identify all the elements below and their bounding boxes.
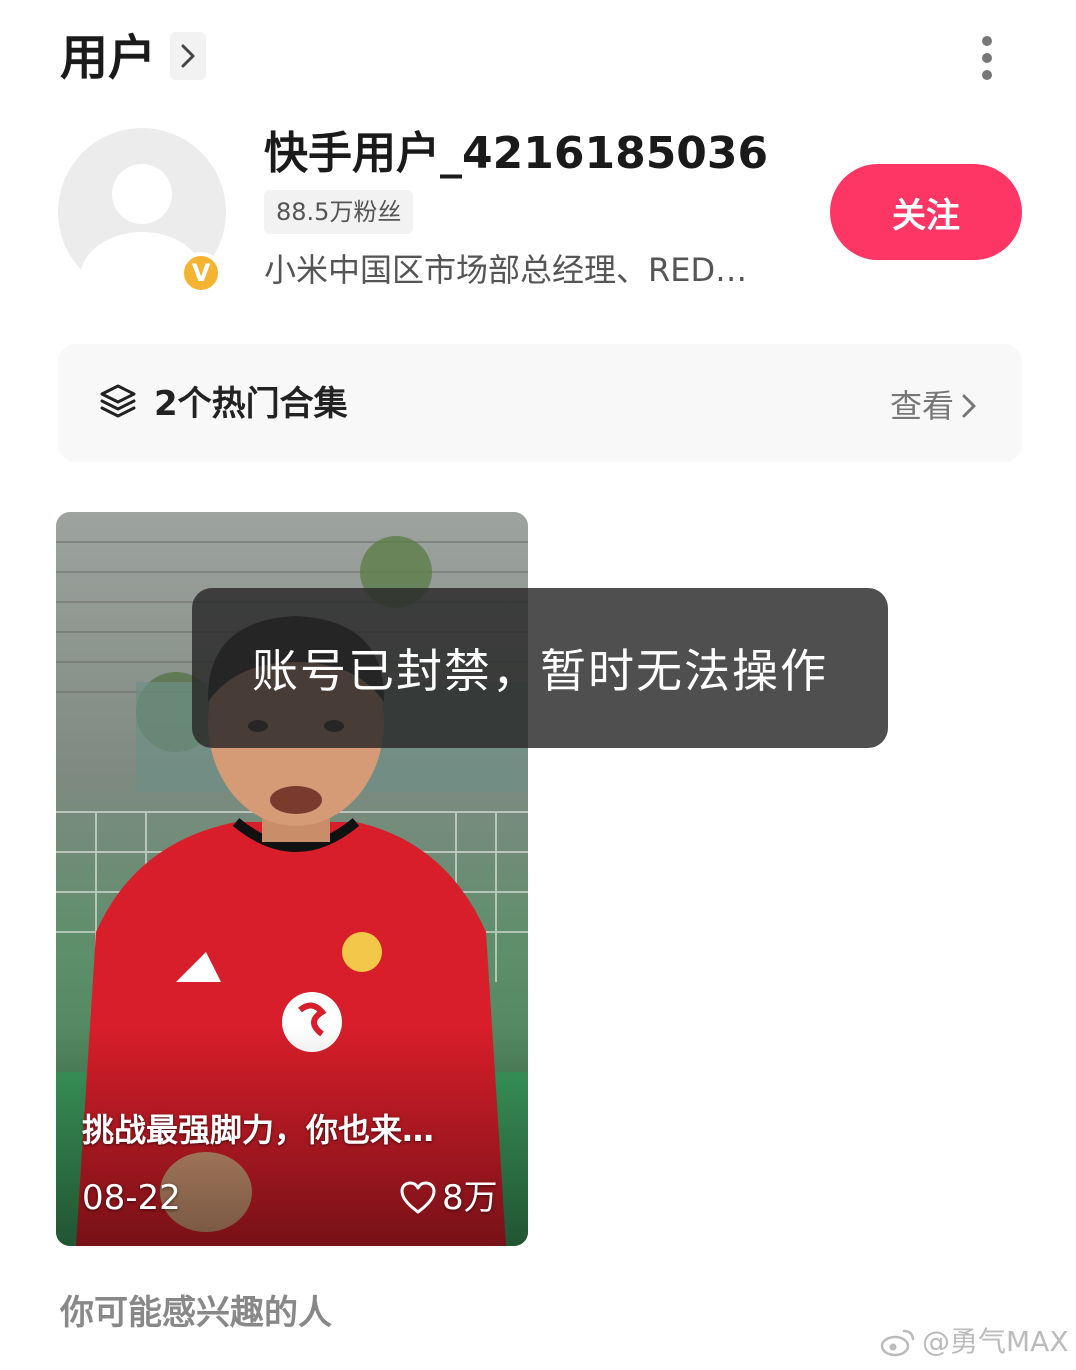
- fans-count[interactable]: 88.5万粉丝: [264, 190, 414, 234]
- video-date: 08-22: [82, 1178, 181, 1218]
- view-collection-link[interactable]: 查看: [890, 384, 978, 428]
- weibo-watermark: @勇气MAX: [880, 1322, 1069, 1362]
- hot-collection-card[interactable]: 2个热门合集 查看: [58, 344, 1022, 462]
- video-title: 挑战最强脚力，你也来…: [82, 1111, 435, 1149]
- more-vertical-icon[interactable]: [968, 30, 1006, 86]
- username: 快手用户_4216185036: [264, 128, 769, 179]
- layers-icon: [100, 384, 136, 418]
- ban-toast: 账号已封禁，暂时无法操作: [192, 588, 888, 748]
- follow-button[interactable]: 关注: [830, 164, 1022, 260]
- heart-icon: [400, 1181, 436, 1214]
- collection-title: 2个热门合集: [154, 384, 348, 424]
- weibo-logo-icon: [880, 1329, 915, 1357]
- suggestions-title: 你可能感兴趣的人: [60, 1293, 332, 1333]
- title-chevron-icon[interactable]: [170, 32, 206, 80]
- verified-badge-icon: V: [180, 252, 222, 294]
- page-title: 用户: [60, 30, 157, 86]
- likes-count: 8万: [442, 1178, 498, 1218]
- bio-text[interactable]: 小米中国区市场部总经理、RED…: [264, 248, 747, 292]
- video-likes: 8万: [400, 1176, 498, 1220]
- view-label: 查看: [889, 387, 954, 425]
- watermark-text: @勇气MAX: [922, 1325, 1069, 1358]
- chevron-right-icon: [962, 394, 976, 418]
